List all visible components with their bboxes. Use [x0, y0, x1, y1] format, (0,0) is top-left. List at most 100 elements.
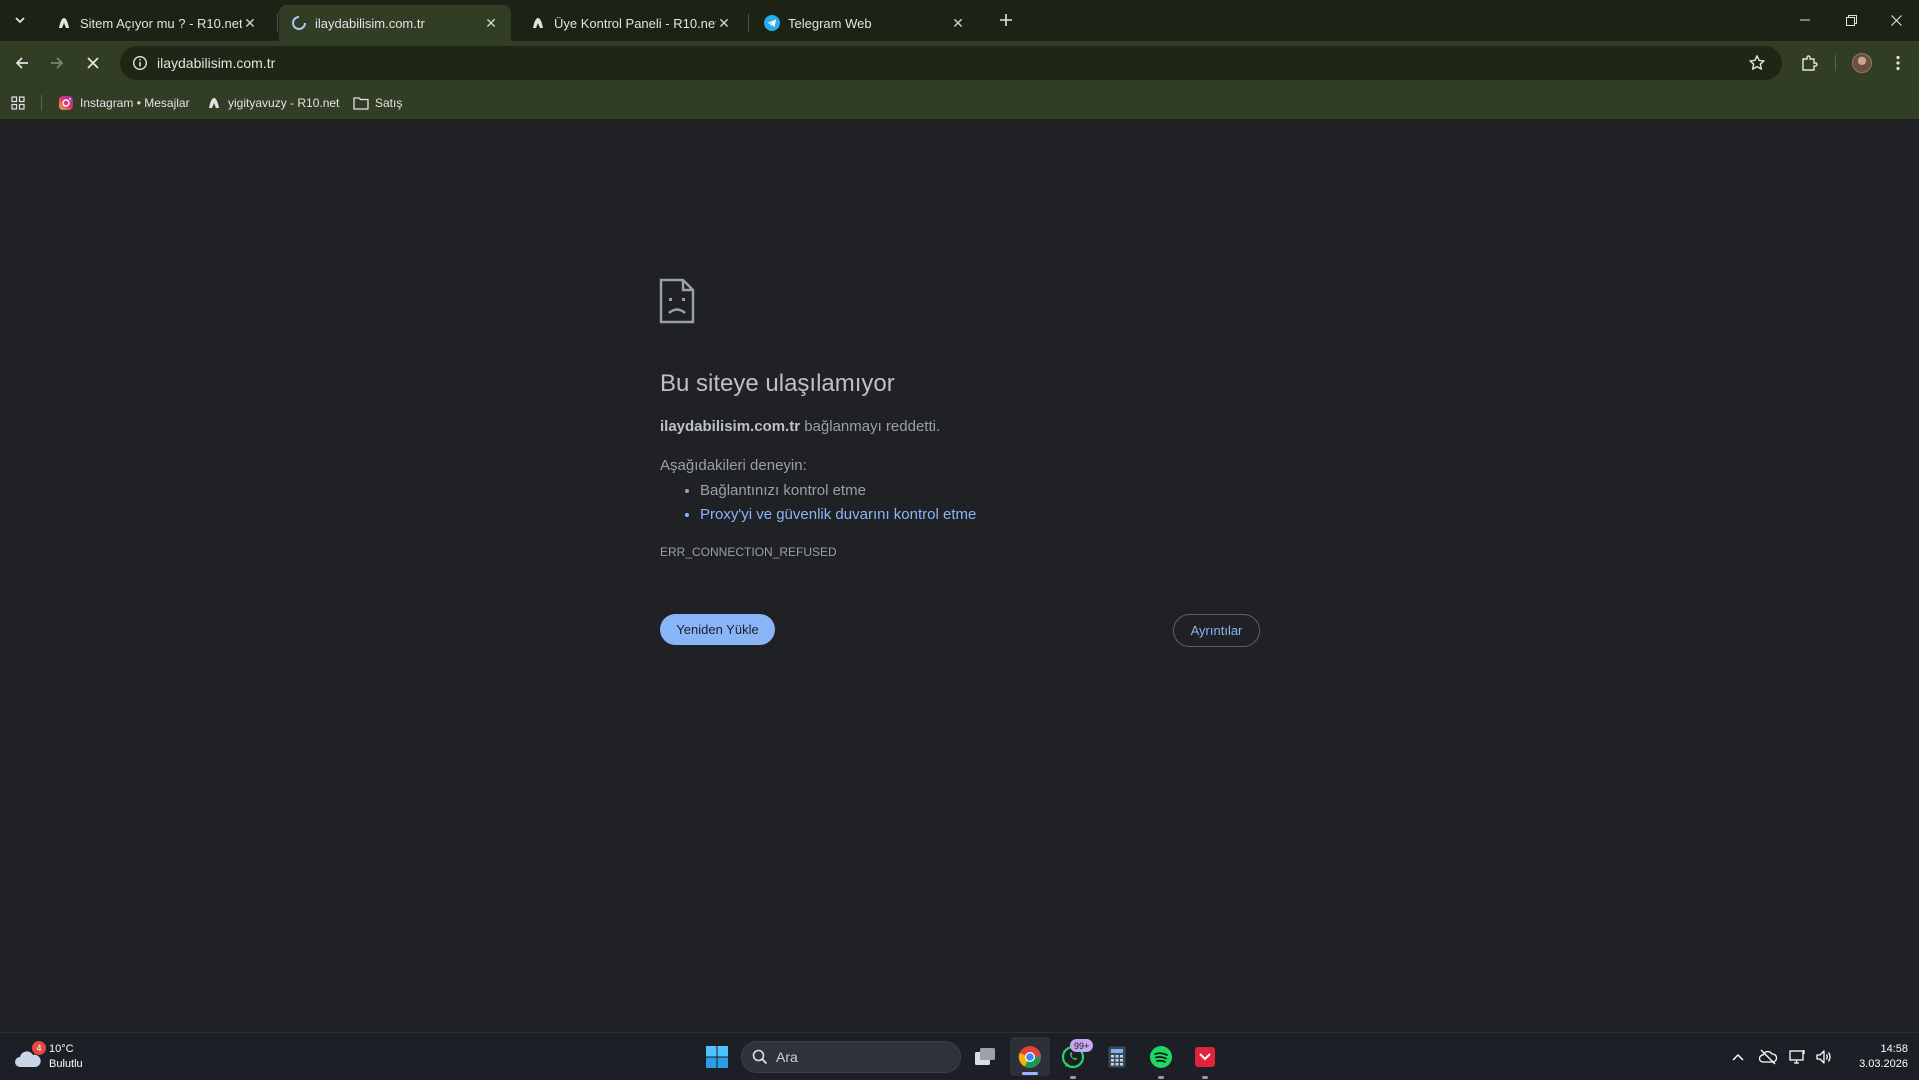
search-icon	[752, 1049, 768, 1065]
clock[interactable]: 14:58 3.03.2026	[1840, 1033, 1908, 1080]
taskbar-app-red[interactable]	[1186, 1033, 1224, 1080]
menu-button[interactable]	[1882, 47, 1914, 79]
apps-grid-icon	[11, 96, 25, 110]
error-title: Bu siteye ulaşılamıyor	[660, 370, 895, 397]
error-code: ERR_CONNECTION_REFUSED	[660, 545, 837, 559]
minimize-icon	[1800, 19, 1810, 21]
r10-icon	[530, 15, 546, 31]
info-icon[interactable]	[132, 55, 148, 71]
plus-icon	[1000, 14, 1012, 26]
bookmark-label: Instagram • Mesajlar	[80, 96, 190, 110]
task-view-button[interactable]	[966, 1033, 1004, 1080]
forward-button[interactable]	[41, 47, 73, 79]
weather-widget[interactable]: 4 10°C Bulutlu	[14, 1033, 104, 1080]
taskbar-spotify[interactable]	[1142, 1033, 1180, 1080]
loading-spinner-icon	[291, 15, 307, 31]
tab-sitem-aciyor-mu[interactable]: Sitem Açıyor mu ? - R10.net ✕	[44, 5, 270, 41]
windows-logo-icon	[706, 1045, 728, 1068]
address-text: ilaydabilisim.com.tr	[157, 55, 276, 71]
tray-volume[interactable]	[1812, 1033, 1836, 1080]
tray-cloud-sync[interactable]	[1756, 1033, 1780, 1080]
clock-date: 3.03.2026	[1859, 1058, 1908, 1070]
stop-loading-button[interactable]	[77, 47, 109, 79]
r10-icon	[56, 15, 72, 31]
tab-telegram-web[interactable]: Telegram Web ✕	[752, 5, 978, 41]
bookmark-folder-satis[interactable]: Satış	[353, 91, 402, 115]
suggestion-check-proxy-link[interactable]: Proxy'yi ve güvenlik duvarını kontrol et…	[700, 503, 976, 527]
back-button[interactable]	[6, 47, 38, 79]
avatar	[1852, 53, 1872, 73]
details-button[interactable]: Ayrıntılar	[1173, 614, 1260, 647]
r10-icon	[206, 95, 222, 111]
bookmark-label: yigityavuzy - R10.net	[228, 96, 340, 110]
tab-search-button[interactable]	[4, 4, 36, 36]
puzzle-icon	[1802, 55, 1818, 71]
restore-icon	[1845, 14, 1857, 26]
close-icon[interactable]: ✕	[950, 15, 966, 31]
close-icon	[87, 57, 99, 69]
sad-document-icon	[659, 278, 695, 324]
suggestions-list: Bağlantınızı kontrol etme Proxy'yi ve gü…	[700, 479, 976, 527]
reload-button[interactable]: Yeniden Yükle	[660, 614, 775, 645]
error-description: ilaydabilisim.com.tr bağlanmayı reddetti…	[660, 418, 940, 435]
tab-ilaydabilisim[interactable]: ilaydabilisim.com.tr ✕	[279, 5, 511, 41]
weather-badge: 4	[32, 1040, 46, 1055]
start-button[interactable]	[698, 1033, 736, 1080]
close-icon[interactable]: ✕	[242, 15, 258, 31]
folder-icon	[353, 95, 369, 111]
tab-strip: Sitem Açıyor mu ? - R10.net ✕ ilaydabili…	[0, 0, 1919, 41]
chevron-down-icon	[15, 17, 25, 24]
instagram-icon	[58, 95, 74, 111]
taskbar-chrome[interactable]	[1010, 1037, 1050, 1076]
windows-taskbar: 4 10°C Bulutlu Ara 99+ 14:58 3.03.2026	[0, 1032, 1919, 1079]
tab-uye-kontrol-paneli[interactable]: Üye Kontrol Paneli - R10.net ✕	[518, 5, 744, 41]
extensions-button[interactable]	[1793, 47, 1825, 79]
bookmark-r10[interactable]: yigityavuzy - R10.net	[206, 91, 339, 115]
bookmarks-divider	[41, 95, 42, 111]
minimize-button[interactable]	[1782, 0, 1828, 40]
cloud-icon: 4	[14, 1040, 46, 1069]
weather-temp: 10°C	[49, 1042, 74, 1055]
whatsapp-badge: 99+	[1070, 1039, 1094, 1052]
new-tab-button[interactable]	[990, 4, 1022, 36]
tab-title: Sitem Açıyor mu ? - R10.net	[80, 15, 242, 31]
spotify-icon	[1150, 1045, 1172, 1068]
apps-button[interactable]	[11, 91, 25, 115]
tray-overflow-button[interactable]	[1728, 1033, 1748, 1080]
close-icon[interactable]: ✕	[483, 15, 499, 31]
tab-divider	[277, 14, 278, 32]
weather-desc: Bulutlu	[49, 1057, 83, 1070]
bookmark-instagram[interactable]: Instagram • Mesajlar	[58, 91, 190, 115]
close-window-button[interactable]	[1873, 0, 1919, 40]
address-bar[interactable]: ilaydabilisim.com.tr	[120, 46, 1782, 80]
network-icon	[1789, 1049, 1805, 1064]
tab-divider	[748, 14, 749, 32]
tab-title: Telegram Web	[788, 15, 872, 31]
bookmark-label: Satış	[375, 96, 403, 110]
arrow-right-icon	[51, 57, 64, 69]
profile-button[interactable]	[1846, 47, 1878, 79]
tab-title: ilaydabilisim.com.tr	[315, 15, 425, 31]
taskbar-search[interactable]: Ara	[741, 1041, 961, 1073]
clock-time: 14:58	[1880, 1043, 1908, 1055]
taskbar-calculator[interactable]	[1098, 1033, 1136, 1080]
suggestion-check-connection: Bağlantınızı kontrol etme	[700, 479, 976, 503]
close-icon	[1890, 14, 1902, 26]
tray-network[interactable]	[1786, 1033, 1810, 1080]
search-placeholder: Ara	[776, 1049, 798, 1065]
more-vert-icon	[1896, 55, 1900, 71]
suggestions-heading: Aşağıdakileri deneyin:	[660, 457, 807, 474]
restore-button[interactable]	[1828, 0, 1874, 40]
error-page: Bu siteye ulaşılamıyor ilaydabilisim.com…	[0, 121, 1919, 1032]
task-view-icon	[975, 1047, 995, 1065]
app-icon	[1195, 1046, 1215, 1067]
close-icon[interactable]: ✕	[716, 15, 732, 31]
calculator-icon	[1108, 1046, 1126, 1067]
volume-icon	[1816, 1049, 1831, 1064]
taskbar-whatsapp[interactable]: 99+	[1054, 1033, 1094, 1080]
star-icon[interactable]	[1748, 54, 1766, 72]
active-indicator	[1022, 1072, 1038, 1075]
error-description-rest: bağlanmayı reddetti.	[804, 418, 941, 435]
telegram-icon	[764, 15, 780, 31]
tab-title: Üye Kontrol Paneli - R10.net	[554, 15, 716, 31]
